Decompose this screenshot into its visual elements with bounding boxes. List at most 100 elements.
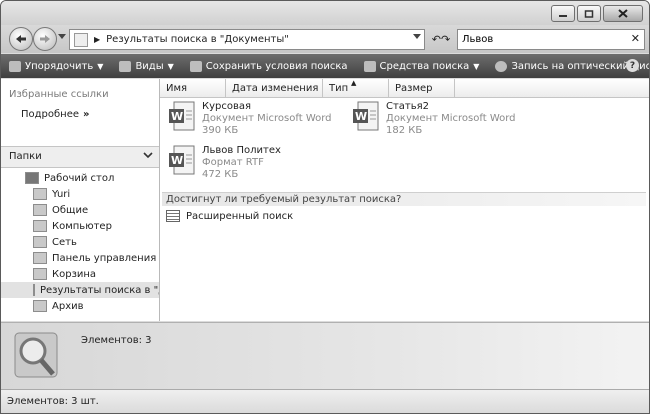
- tree-item-label: Панель управления: [52, 252, 157, 264]
- tree-item-archive[interactable]: Архив: [1, 298, 159, 314]
- file-item[interactable]: W Львов Политех Формат RTF 472 КБ: [168, 145, 281, 181]
- folder-icon: [33, 300, 47, 312]
- organize-button[interactable]: Упорядочить ▼: [9, 60, 104, 72]
- user-folder-icon: [33, 188, 47, 200]
- tree-item-control-panel[interactable]: Панель управления: [1, 250, 159, 266]
- command-toolbar: Упорядочить ▼ Виды ▼ Сохранить условия п…: [1, 54, 649, 78]
- recycle-bin-icon: [33, 268, 47, 280]
- folder-icon: [33, 204, 47, 216]
- close-button[interactable]: [603, 5, 643, 22]
- tree-item-desktop[interactable]: Рабочий стол: [1, 170, 159, 186]
- sort-indicator-icon: ▲: [351, 79, 357, 87]
- search-input[interactable]: [462, 34, 622, 45]
- back-arrow-icon: [16, 35, 26, 43]
- search-box[interactable]: ✕: [457, 29, 645, 50]
- chevron-down-icon: ▼: [97, 61, 104, 71]
- breadcrumb-current[interactable]: Результаты поиска в "Документы": [106, 34, 289, 45]
- tree-item-computer[interactable]: Компьютер: [1, 218, 159, 234]
- address-dropdown-icon[interactable]: [413, 34, 421, 40]
- column-size[interactable]: Размер: [389, 79, 455, 97]
- more-links-button[interactable]: Подробнее»: [21, 109, 90, 120]
- network-icon: [33, 236, 47, 248]
- file-size: 182 КБ: [386, 125, 423, 136]
- tree-item-search-results[interactable]: Результаты поиска в "Д: [1, 282, 159, 298]
- rtf-document-icon: W: [169, 145, 195, 175]
- organize-icon: [9, 60, 21, 72]
- more-label: Подробнее: [21, 109, 80, 120]
- column-name[interactable]: Имя: [160, 79, 226, 97]
- file-type: Документ Microsoft Word: [386, 113, 516, 124]
- computer-icon: [33, 220, 47, 232]
- save-search-label: Сохранить условия поиска: [205, 60, 348, 72]
- forward-arrow-icon: [40, 35, 50, 43]
- control-panel-icon: [33, 252, 47, 264]
- address-bar[interactable]: ▶ Результаты поиска в "Документы": [69, 29, 425, 50]
- tree-item-network[interactable]: Сеть: [1, 234, 159, 250]
- tree-item-label: Результаты поиска в "Д: [40, 284, 159, 296]
- search-folder-icon: [33, 284, 35, 296]
- folder-tree: Рабочий стол Yuri Общие Компьютер Сеть П…: [1, 170, 159, 314]
- status-bar: Элементов: 3 шт.: [1, 389, 649, 413]
- tree-item-label: Корзина: [52, 268, 97, 280]
- recent-pages-dropdown-icon[interactable]: [58, 34, 66, 40]
- file-type: Формат RTF: [202, 157, 264, 168]
- refresh-button[interactable]: ↶↷: [431, 30, 451, 48]
- column-date[interactable]: Дата изменения: [226, 79, 323, 97]
- favorite-links-title: Избранные ссылки: [9, 89, 109, 100]
- folders-title: Папки: [9, 151, 42, 162]
- file-name: Львов Политех: [202, 145, 281, 156]
- maximize-icon: [584, 9, 594, 18]
- clear-search-icon[interactable]: ✕: [631, 32, 640, 45]
- advanced-search-label: Расширенный поиск: [186, 210, 294, 222]
- explorer-window: ▶ Результаты поиска в "Документы" ↶↷ ✕ У…: [0, 0, 650, 414]
- back-button[interactable]: [9, 27, 33, 51]
- search-tools-label: Средства поиска: [379, 60, 470, 72]
- tree-item-user[interactable]: Yuri: [1, 186, 159, 202]
- navigation-bar: ▶ Результаты поиска в "Документы" ↶↷ ✕: [1, 25, 649, 53]
- search-feedback-prompt: Достигнут ли требуемый результат поиска?: [162, 192, 646, 206]
- organize-label: Упорядочить: [25, 60, 94, 72]
- file-size: 390 КБ: [202, 125, 239, 136]
- word-document-icon: W: [353, 101, 379, 131]
- file-size: 472 КБ: [202, 169, 239, 180]
- minimize-button[interactable]: [551, 5, 575, 22]
- views-icon: [119, 60, 132, 72]
- file-name: Курсовая: [202, 101, 252, 112]
- views-button[interactable]: Виды ▼: [119, 60, 174, 72]
- help-icon[interactable]: ?: [626, 59, 639, 72]
- folders-header[interactable]: Папки: [1, 146, 159, 168]
- maximize-button[interactable]: [577, 5, 601, 22]
- tree-item-label: Сеть: [52, 236, 77, 248]
- breadcrumb-separator-icon[interactable]: ▶: [94, 35, 100, 44]
- minimize-icon: [559, 14, 567, 17]
- desktop-icon: [25, 172, 39, 184]
- title-bar[interactable]: [1, 1, 649, 27]
- advanced-search-link[interactable]: Расширенный поиск: [166, 210, 293, 222]
- disc-icon: [495, 60, 508, 72]
- save-search-icon: [189, 60, 202, 72]
- tree-item-label: Рабочий стол: [44, 172, 115, 184]
- search-magnifier-icon: [14, 332, 58, 378]
- tree-item-recycle-bin[interactable]: Корзина: [1, 266, 159, 282]
- search-tools-icon: [363, 60, 376, 72]
- file-list-pane: Имя Дата изменения Тип ▲ Размер W Курсова…: [160, 79, 649, 321]
- column-size-label: Размер: [395, 82, 433, 94]
- advanced-search-icon: [166, 210, 180, 222]
- item-count: Элементов: 3: [81, 335, 152, 346]
- file-item[interactable]: W Курсовая Документ Microsoft Word 390 К…: [168, 101, 332, 137]
- forward-button[interactable]: [33, 27, 57, 51]
- status-text: Элементов: 3 шт.: [7, 396, 99, 407]
- svg-text:W: W: [171, 154, 183, 167]
- file-name: Статья2: [386, 101, 430, 112]
- save-search-button[interactable]: Сохранить условия поиска: [189, 60, 348, 72]
- navigation-pane: Избранные ссылки Подробнее» Папки Рабочи…: [1, 79, 160, 321]
- file-item[interactable]: W Статья2 Документ Microsoft Word 182 КБ: [352, 101, 516, 137]
- refresh-icon: ↶↷: [431, 32, 451, 46]
- close-icon: [618, 9, 628, 18]
- tree-item-public[interactable]: Общие: [1, 202, 159, 218]
- search-folder-icon: [74, 32, 88, 47]
- details-pane: Элементов: 3: [1, 322, 649, 389]
- double-chevron-right-icon: »: [83, 109, 90, 120]
- column-type[interactable]: Тип ▲: [323, 79, 389, 97]
- search-tools-button[interactable]: Средства поиска ▼: [363, 60, 479, 72]
